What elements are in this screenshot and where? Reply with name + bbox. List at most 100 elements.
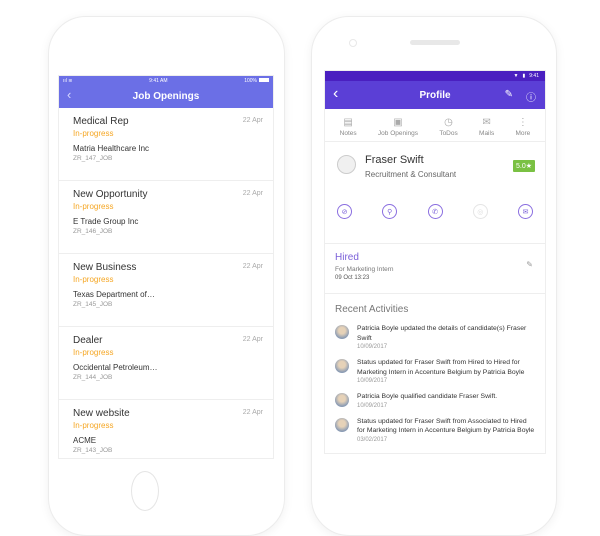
activity-date: 10/09/2017	[357, 402, 388, 409]
activity-item: Status updated for Fraser Swift from Ass…	[325, 414, 545, 448]
page-title: Job Openings	[132, 91, 200, 102]
status-bar: ııl ≋ 9:41 AM 100%	[59, 76, 273, 85]
job-title: Medical Rep	[73, 116, 129, 127]
status-section: Hired For Marketing Intern 09 Oct 13:23 …	[325, 244, 545, 294]
user-avatar	[335, 417, 349, 432]
status-time: 9:41	[529, 73, 539, 79]
more-icon: ⋮	[517, 117, 528, 128]
job-date: 22 Apr	[242, 409, 263, 416]
job-company: Matria Healthcare Inc	[73, 144, 150, 153]
tab-label: ToDos	[439, 130, 458, 137]
job-openings-icon: ▣	[393, 117, 403, 128]
job-id: ZR_145_JOB	[73, 301, 113, 308]
job-title: Dealer	[73, 335, 103, 346]
job-id: ZR_144_JOB	[73, 374, 113, 381]
attachment-icon[interactable]: ⊘	[337, 204, 352, 219]
tab-more[interactable]: ⋮ More	[515, 117, 530, 137]
mail-icon[interactable]: ✉	[518, 204, 533, 219]
action-buttons: ⊘ ⚲ ✆ ◎ ✉	[337, 204, 533, 219]
job-status: In-progress	[73, 275, 114, 284]
job-id: ZR_146_JOB	[73, 228, 113, 235]
user-avatar	[335, 359, 349, 373]
job-status: In-progress	[73, 129, 114, 138]
tab-todos[interactable]: ◷ ToDos	[439, 117, 457, 137]
camera-icon	[349, 39, 357, 47]
job-company: E Trade Group Inc	[73, 217, 139, 226]
job-company: Occidental Petroleum…	[73, 363, 158, 372]
tab-label: Notes	[339, 130, 357, 137]
phone-icon[interactable]: ✆	[427, 204, 443, 219]
job-status: In-progress	[73, 348, 114, 357]
job-id: ZR_147_JOB	[73, 155, 113, 162]
profile-screen: ▼ ▮ 9:41 ‹ Profile ✎ ⓘ ▤ Notes ▣ Job Openin…	[324, 70, 546, 454]
back-button[interactable]: ‹	[67, 87, 71, 102]
status-date: 09 Oct 13:23	[335, 275, 370, 281]
activity-text: Status updated for Fraser Swift from Ass…	[357, 417, 535, 435]
job-openings-screen: ııl ≋ 9:41 AM 100% ‹ Job Openings Medica…	[58, 75, 274, 459]
candidate-role: Recruitment & Consultant	[365, 170, 457, 179]
battery-icon	[259, 78, 269, 83]
user-avatar	[335, 325, 349, 339]
battery-status: 100%	[244, 78, 269, 84]
notes-icon: ▤	[343, 117, 353, 128]
tab-job-openings[interactable]: ▣ Job Openings	[378, 117, 418, 137]
edit-icon[interactable]: ✎	[505, 89, 513, 100]
job-list-item[interactable]: Medical Rep 22 Apr In-progress Matria He…	[59, 108, 273, 181]
activity-date: 10/09/2017	[357, 378, 388, 384]
tab-label: More	[515, 130, 531, 137]
home-button[interactable]	[131, 471, 159, 511]
job-date: 22 Apr	[242, 336, 263, 343]
todos-icon: ◷	[444, 117, 453, 128]
activity-item: Patricia Boyle qualified candidate Frase…	[325, 389, 545, 414]
activity-text: Patricia Boyle qualified candidate Frase…	[357, 393, 498, 400]
tab-notes[interactable]: ▤ Notes	[340, 117, 357, 137]
job-list-item[interactable]: New website 22 Apr In-progress ACME ZR_1…	[59, 400, 273, 458]
mails-icon: ✉	[482, 117, 491, 128]
job-list-item[interactable]: Dealer 22 Apr In-progress Occidental Pet…	[59, 327, 273, 400]
job-title: New Opportunity	[73, 189, 148, 200]
nav-bar: ‹ Profile ✎ ⓘ	[325, 81, 545, 109]
job-list-item[interactable]: New Opportunity 22 Apr In-progress E Tra…	[59, 181, 273, 254]
job-title: New website	[73, 408, 130, 419]
user-avatar	[335, 393, 349, 407]
candidate-name: Fraser Swift	[365, 154, 424, 166]
activity-item: Patricia Boyle updated the details of ca…	[325, 321, 545, 355]
pencil-icon[interactable]: ✎	[526, 260, 533, 269]
status-position: For Marketing Intern	[335, 266, 394, 273]
job-date: 22 Apr	[242, 117, 263, 124]
info-icon[interactable]: ⓘ	[526, 89, 536, 104]
speaker-grille	[410, 40, 460, 45]
recent-activities-title: Recent Activities	[335, 304, 409, 315]
tab-label: Mails	[479, 130, 495, 137]
signal-icon: ııl ≋	[63, 77, 73, 84]
status-bar: ▼ ▮ 9:41	[325, 71, 545, 81]
wifi-icon: ▼	[513, 73, 519, 79]
tab-label: Job Openings	[377, 130, 419, 137]
activity-text: Status updated for Fraser Swift from Hir…	[357, 359, 525, 376]
activity-date: 03/02/2017	[357, 436, 388, 443]
rating-badge: 5.0★	[512, 160, 535, 172]
tab-mails[interactable]: ✉ Mails	[479, 117, 494, 137]
job-date: 22 Apr	[242, 190, 263, 197]
battery-icon: ▮	[522, 73, 526, 79]
status-time: 9:41 AM	[149, 77, 168, 84]
job-date: 22 Apr	[242, 263, 263, 270]
avatar	[337, 155, 356, 174]
tab-bar: ▤ Notes ▣ Job Openings ◷ ToDos ✉ Mails ⋮ More	[325, 109, 545, 142]
job-list: Medical Rep 22 Apr In-progress Matria He…	[59, 108, 273, 458]
back-button[interactable]: ‹	[333, 85, 338, 103]
job-status: In-progress	[73, 202, 114, 211]
profile-card: Fraser Swift Recruitment & Consultant 5.…	[325, 142, 545, 244]
job-status: In-progress	[73, 421, 114, 430]
job-company: Texas Department of…	[73, 290, 155, 299]
status-label: Hired	[335, 252, 359, 263]
job-list-item[interactable]: New Business 22 Apr In-progress Texas De…	[59, 254, 273, 327]
activity-text: Patricia Boyle updated the details of ca…	[357, 325, 527, 342]
chat-icon[interactable]: ◎	[472, 204, 488, 219]
nav-bar: ‹ Job Openings	[59, 85, 273, 108]
job-id: ZR_143_JOB	[73, 447, 113, 454]
activity-item: Status updated for Fraser Swift from Hir…	[325, 355, 545, 389]
job-company: ACME	[73, 436, 97, 445]
activity-list: Patricia Boyle updated the details of ca…	[325, 321, 545, 448]
location-icon[interactable]: ⚲	[382, 204, 398, 219]
